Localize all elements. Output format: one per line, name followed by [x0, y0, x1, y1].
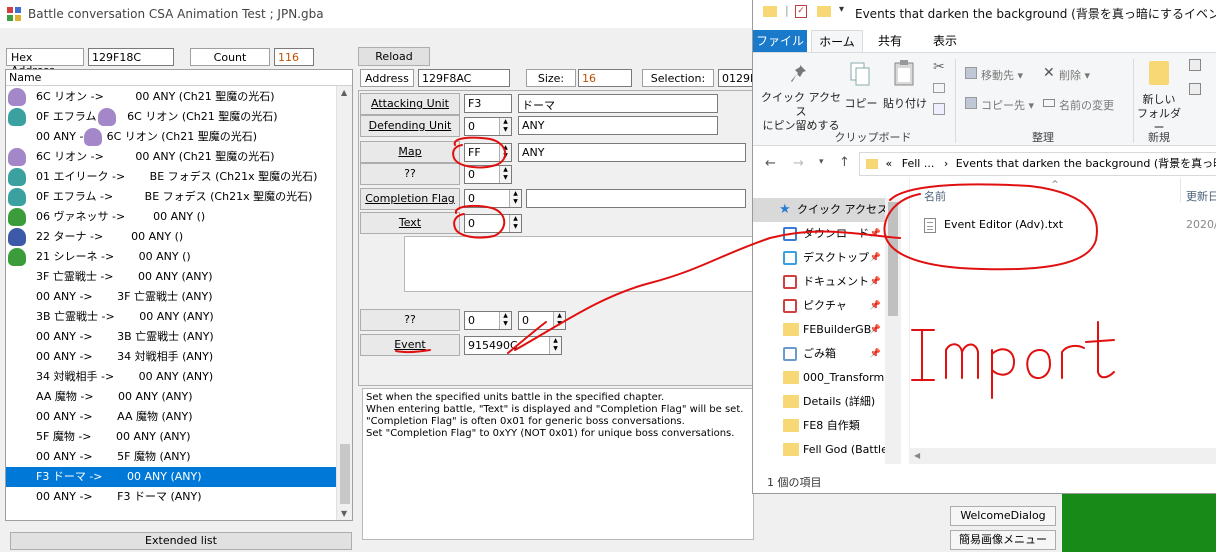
- import-letter-p: [991, 348, 1015, 399]
- import-letter-i: [911, 329, 935, 381]
- text-highlight-circle: [453, 204, 506, 239]
- import-letter-m: [945, 343, 979, 379]
- event-underline: [395, 349, 431, 354]
- import-letter-o: [1026, 349, 1051, 380]
- file-highlight-circle: [883, 183, 1098, 271]
- import-letter-t: [1085, 321, 1115, 379]
- event-tick: [507, 321, 547, 354]
- red-annotation-overlay: [395, 136, 1115, 399]
- import-letter-r: [1061, 344, 1085, 379]
- map-highlight-circle: [452, 136, 506, 169]
- import-arrow-line: [514, 230, 901, 351]
